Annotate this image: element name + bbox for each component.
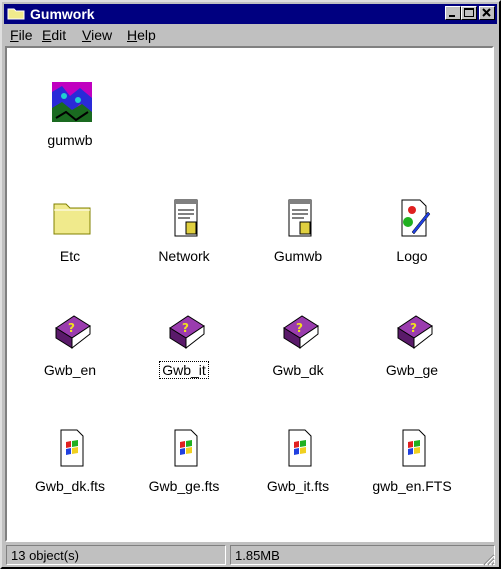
item-label: Gwb_ge bbox=[385, 362, 439, 378]
maximize-icon bbox=[464, 8, 474, 17]
help-book-icon: ? bbox=[397, 315, 433, 350]
help-book-icon: ? bbox=[55, 315, 91, 350]
window-title: Gumwork bbox=[30, 6, 95, 22]
status-bar: 13 object(s) 1.85MB bbox=[4, 542, 497, 568]
item-label: Etc bbox=[59, 248, 81, 264]
folder-icon bbox=[53, 203, 91, 235]
minimize-icon bbox=[449, 15, 455, 17]
menu-bar: File Edit View Help bbox=[4, 24, 497, 46]
menu-file[interactable]: File bbox=[10, 27, 33, 43]
image-thumbnail-icon bbox=[52, 82, 92, 122]
notepad-document-icon bbox=[288, 199, 312, 237]
item-label-focused: Gwb_it bbox=[129, 361, 239, 379]
title-bar[interactable]: Gumwork bbox=[4, 4, 497, 24]
item-label: Gumwb bbox=[273, 248, 323, 264]
item-label: Gwb_en bbox=[43, 362, 97, 378]
item-label: Logo bbox=[396, 248, 428, 264]
windows-file-icon bbox=[288, 429, 312, 467]
help-book-icon: ? bbox=[283, 315, 319, 350]
close-button[interactable] bbox=[479, 6, 495, 20]
svg-text:?: ? bbox=[68, 321, 75, 335]
item-label: Gwb_it bbox=[159, 361, 209, 379]
menu-help[interactable]: Help bbox=[127, 27, 156, 43]
resize-grip-icon[interactable] bbox=[481, 552, 495, 566]
paint-document-icon bbox=[401, 199, 431, 237]
minimize-button[interactable] bbox=[445, 6, 461, 20]
menu-view[interactable]: View bbox=[82, 27, 112, 43]
folder-icon bbox=[7, 8, 25, 20]
status-object-count: 13 object(s) bbox=[6, 545, 226, 565]
windows-file-icon bbox=[60, 429, 84, 467]
maximize-button[interactable] bbox=[461, 6, 477, 20]
menu-edit[interactable]: Edit bbox=[42, 27, 66, 43]
item-label: Gwb_it.fts bbox=[266, 478, 330, 494]
windows-file-icon bbox=[402, 429, 426, 467]
svg-text:?: ? bbox=[410, 321, 417, 335]
item-label: Network bbox=[158, 248, 210, 264]
help-book-icon: ? bbox=[169, 315, 205, 350]
notepad-document-icon bbox=[174, 199, 198, 237]
item-label: gwb_en.FTS bbox=[372, 478, 452, 494]
svg-text:?: ? bbox=[182, 321, 189, 335]
item-label: Gwb_ge.fts bbox=[148, 478, 220, 494]
explorer-window: Gumwork File Edit View Help gumwb Etc Ne… bbox=[0, 0, 501, 569]
item-label: Gwb_dk.fts bbox=[34, 478, 106, 494]
item-label: Gwb_dk bbox=[272, 362, 324, 378]
status-size: 1.85MB bbox=[230, 545, 495, 565]
close-icon bbox=[482, 8, 491, 17]
windows-file-icon bbox=[174, 429, 198, 467]
item-label: gumwb bbox=[47, 132, 93, 148]
svg-text:?: ? bbox=[296, 321, 303, 335]
file-view[interactable]: gumwb Etc Network Gumwb Logo ? Gwb_en ? … bbox=[5, 46, 494, 542]
